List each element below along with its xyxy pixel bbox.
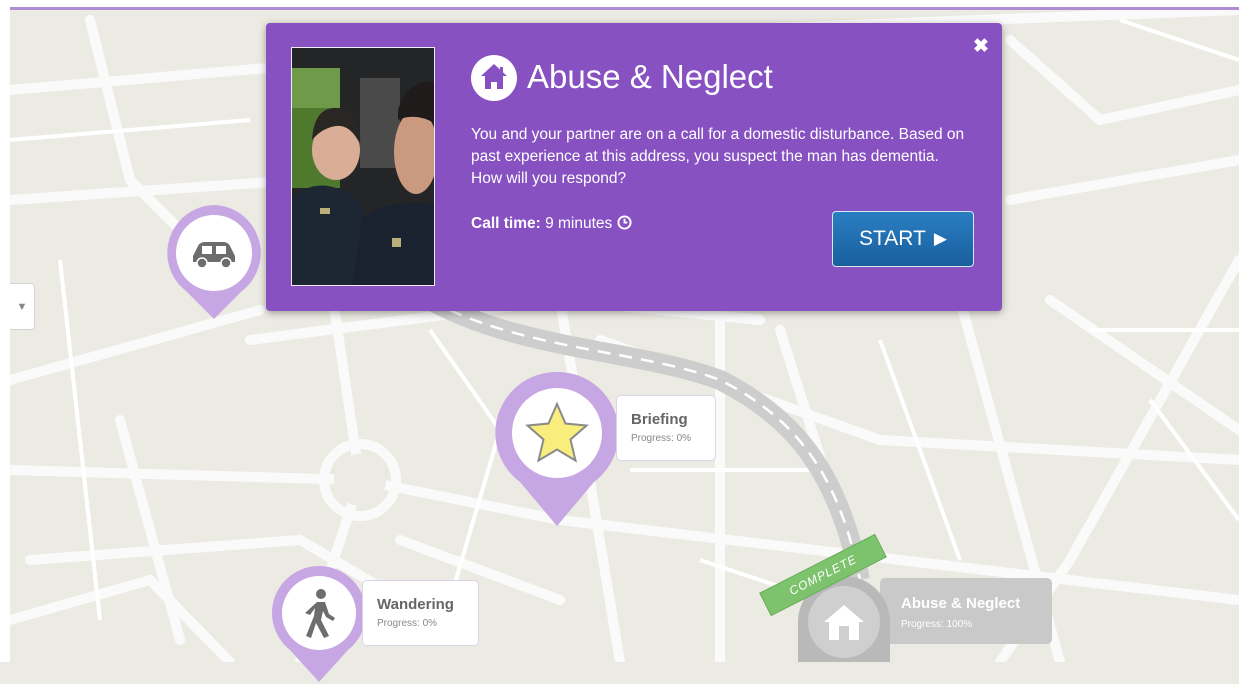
left-edge xyxy=(0,0,10,662)
marker-progress: Progress: 0% xyxy=(377,618,438,629)
call-time: Call time: 9 minutes xyxy=(471,213,632,235)
car-icon xyxy=(176,215,252,291)
top-accent-line xyxy=(10,7,1239,10)
marker-progress: Progress: 100% xyxy=(901,619,973,630)
marker-label-abuse-neglect[interactable]: Abuse & Neglect Progress: 100% xyxy=(880,578,1052,644)
triangle-down-icon: ▼ xyxy=(16,300,28,313)
marker-label-briefing[interactable]: Briefing Progress: 0% xyxy=(616,395,716,461)
start-label: START xyxy=(859,227,926,250)
side-panel-toggle[interactable]: ▼ xyxy=(10,283,35,330)
modal-title: Abuse & Neglect xyxy=(527,58,773,95)
marker-label-wandering[interactable]: Wandering Progress: 0% xyxy=(362,580,479,646)
house-icon xyxy=(808,586,880,658)
call-time-value: 9 minutes xyxy=(545,215,613,232)
marker-progress: Progress: 0% xyxy=(631,433,692,444)
scenario-description: You and your partner are on a call for a… xyxy=(471,126,965,187)
house-icon xyxy=(471,55,517,101)
marker-title: Briefing xyxy=(631,411,688,428)
scenario-modal: ✖ Abuse & Neglect You and your partner a… xyxy=(266,23,1002,311)
marker-title: Abuse & Neglect xyxy=(901,595,1021,612)
call-time-label: Call time: xyxy=(471,215,541,232)
star-icon xyxy=(512,388,602,478)
map-marker-briefing[interactable] xyxy=(494,370,620,528)
clock-icon xyxy=(617,215,632,230)
map-marker-patrol[interactable] xyxy=(164,203,264,321)
walking-person-icon xyxy=(282,576,356,650)
close-button[interactable]: ✖ xyxy=(973,37,989,57)
play-icon: ▶ xyxy=(933,229,947,248)
map-marker-wandering[interactable] xyxy=(270,564,368,684)
marker-title: Wandering xyxy=(377,596,454,613)
start-button[interactable]: START ▶ xyxy=(832,211,974,267)
officers-in-patrol-car-photo xyxy=(291,47,435,286)
